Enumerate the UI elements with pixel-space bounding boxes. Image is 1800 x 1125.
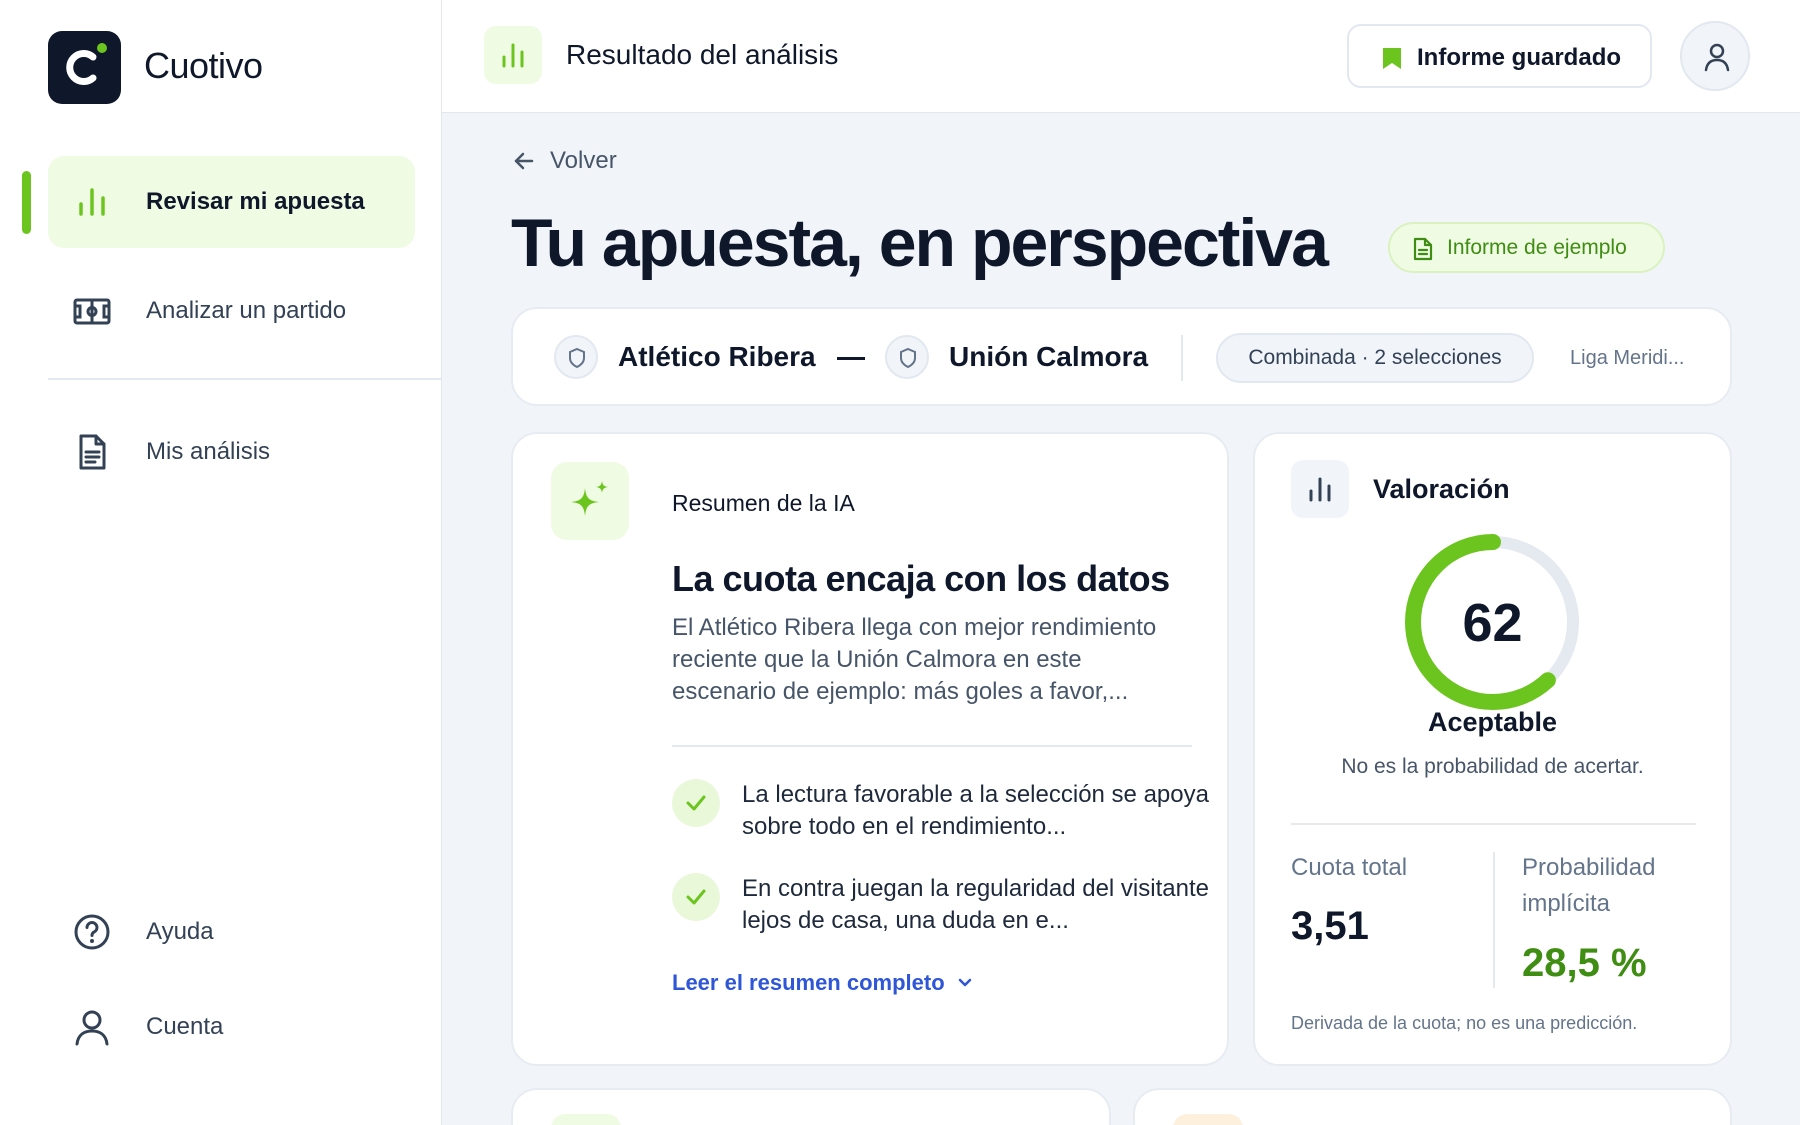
shield-icon [569,347,585,369]
document-icon [1413,237,1433,261]
bar-chart-icon [1309,477,1331,502]
total-odds-value: 3,51 [1291,904,1369,948]
sidebar-item-ayuda[interactable]: Ayuda [48,886,415,978]
sidebar-item-cuenta[interactable]: Cuenta [48,981,415,1073]
ai-sparkle-icon-box [551,462,629,540]
saved-report-label: Informe guardado [1417,44,1622,71]
sidebar-divider [48,378,442,380]
example-report-badge: Informe de ejemplo [1388,222,1665,273]
sidebar-item-label: Ayuda [146,918,214,945]
total-odds-label: Cuota total [1291,854,1408,881]
sidebar-item-revisar-apuesta[interactable]: Revisar mi apuesta [48,156,415,248]
bookmark-icon [1383,48,1401,69]
bar-chart-icon [502,43,524,68]
logo-c-icon [66,43,107,85]
next-card-right [1133,1088,1732,1125]
user-menu-button[interactable] [1680,21,1750,91]
analysis-result-icon-box [484,26,542,84]
next-card-left [511,1088,1111,1125]
away-team-crest [885,335,929,379]
app-logo[interactable] [48,31,121,104]
read-more-label: Leer el resumen completo [672,970,945,995]
check-badge [672,873,720,921]
shield-icon [900,347,916,369]
ai-summary-card: Resumen de la IA La cuota encaja con los… [511,432,1229,1066]
implied-probability-value: 28,5 % [1522,941,1647,985]
bar-chart-icon [79,188,105,216]
summary-point-text: La lectura favorable a la selección se a… [742,781,1209,840]
home-team-crest [554,335,598,379]
saved-report-button[interactable]: Informe guardado [1347,24,1652,88]
versus-dash [837,357,865,360]
user-icon [75,1010,109,1046]
example-badge-label: Informe de ejemplo [1447,236,1627,259]
match-card: Atlético Ribera Unión Calmora Combinada … [511,307,1732,406]
check-icon [686,889,706,905]
back-link[interactable]: Volver [512,147,617,175]
back-label: Volver [550,147,617,174]
sidebar-item-label: Cuenta [146,1013,224,1040]
sidebar-item-label: Analizar un partido [146,297,347,324]
home-team-name: Atlético Ribera [618,341,816,372]
bet-type-label: Combinada · 2 selecciones [1248,346,1502,369]
valuation-title: Valoración [1373,474,1510,504]
topbar: Resultado del análisis Informe guardado [442,0,1800,113]
arrow-left-icon [514,152,534,170]
sidebar-item-label: Mis análisis [146,438,271,465]
summary-divider [672,745,1192,747]
card-icon-box [551,1114,621,1125]
sparkle-icon [571,481,608,516]
read-full-summary-link[interactable]: Leer el resumen completo [672,970,973,996]
check-icon [686,795,706,811]
implied-probability-label: Probabilidad implícita [1522,854,1656,917]
sidebar-item-analizar-partido[interactable]: Analizar un partido [48,265,415,357]
sidebar-item-label: Revisar mi apuesta [146,188,365,215]
score-rating: Aceptable [1427,707,1558,737]
check-badge [672,779,720,827]
topbar-title: Resultado del análisis [566,39,839,70]
valuation-divider [1291,823,1696,825]
sidebar-item-mis-analisis[interactable]: Mis análisis [48,406,415,498]
summary-body: El Atlético Ribera llega con mejor rendi… [672,614,1157,705]
score-value: 62 [1462,593,1523,653]
page-title: Tu apuesta, en perspectiva [511,205,1329,281]
active-indicator [22,171,31,234]
summary-kicker: Resumen de la IA [672,490,855,516]
summary-point-text: En contra juegan la regularidad del visi… [742,875,1209,934]
valuation-icon-box [1291,460,1349,518]
document-icon [79,434,106,470]
brand-name: Cuotivo [144,45,263,86]
valuation-footnote: Derivada de la cuota; no es una predicci… [1291,1013,1638,1033]
chevron-down-icon [958,978,971,987]
away-team-name: Unión Calmora [949,341,1149,372]
valuation-card: Valoración 62 Aceptable No es la probabi… [1253,432,1732,1066]
sidebar: Cuotivo Revisar mi apuesta Analizar un p… [0,0,442,1125]
bet-type-pill: Combinada · 2 selecciones [1216,333,1534,383]
stats-separator [1493,852,1495,988]
score-note: No es la probabilidad de acertar. [1341,755,1644,778]
help-circle-icon [74,914,110,950]
league-name: Liga Meridi... [1570,347,1685,369]
football-pitch-icon [73,298,111,325]
card-icon-box [1173,1114,1243,1125]
summary-headline: La cuota encaja con los datos [672,558,1170,599]
user-icon [1704,43,1730,72]
match-card-separator [1181,335,1183,381]
